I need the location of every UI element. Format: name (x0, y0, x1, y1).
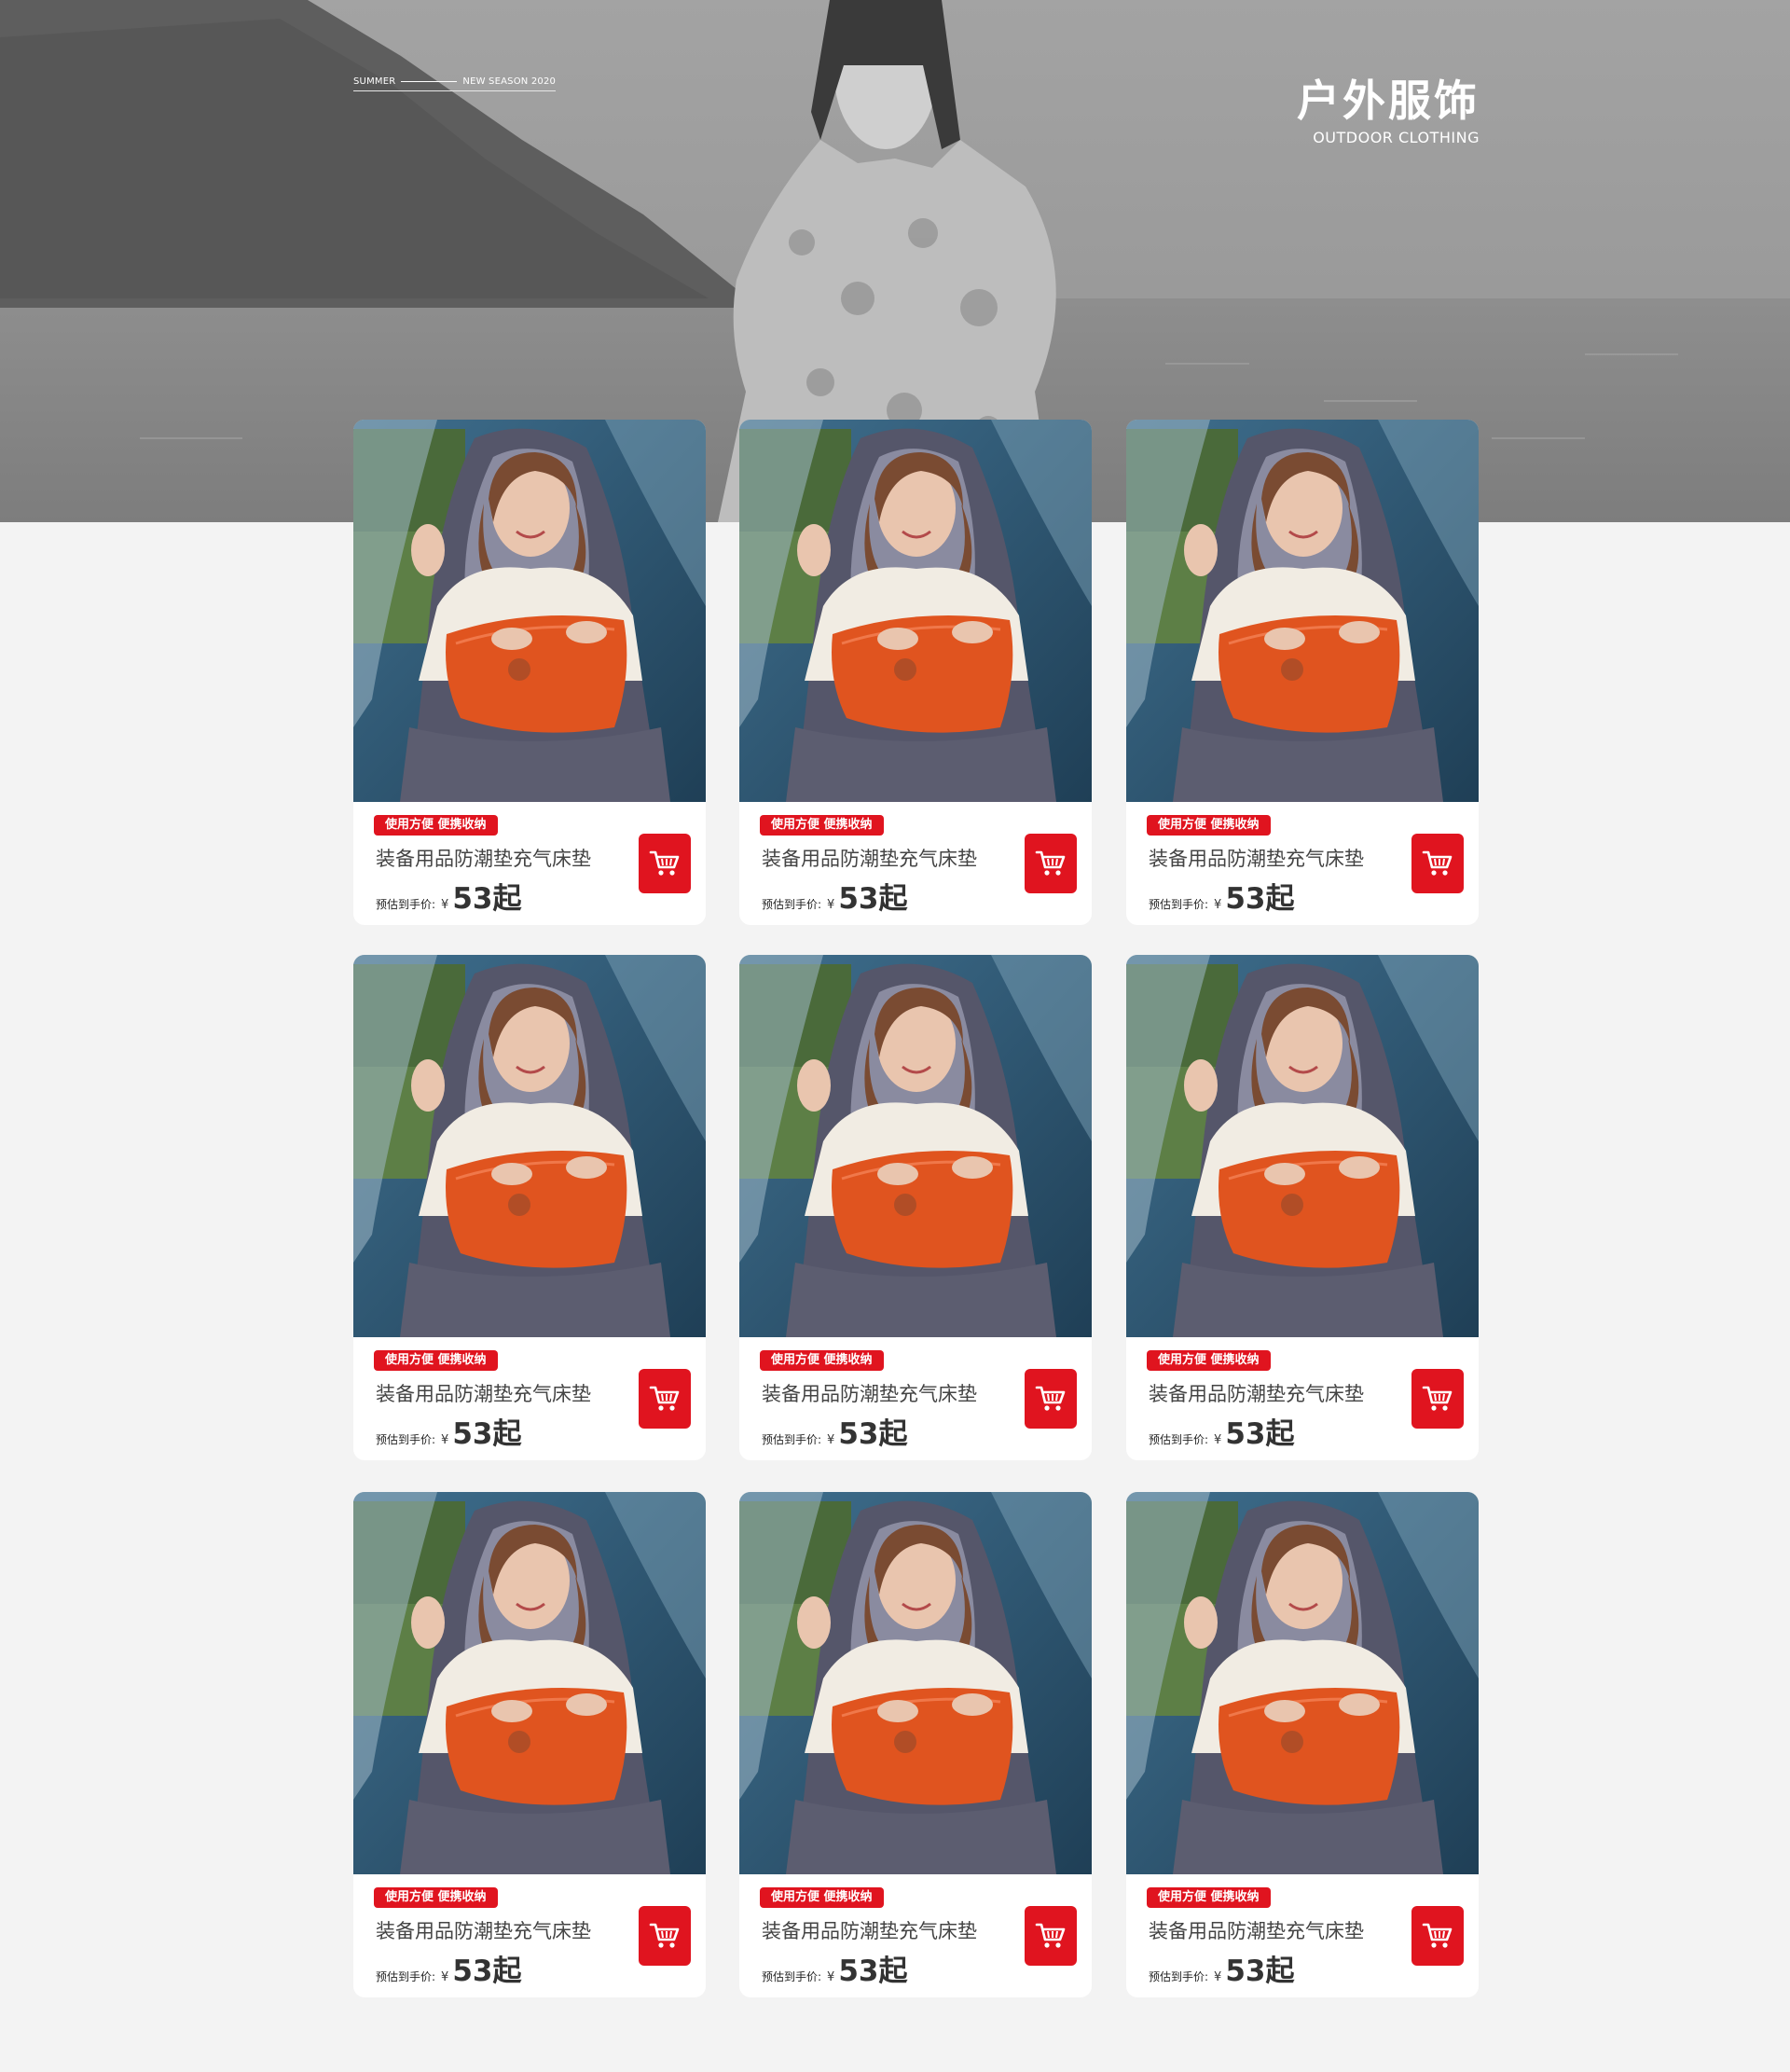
price-label: 预估到手价: (762, 1433, 822, 1446)
product-card[interactable]: 使用方便 便携收纳 装备用品防潮垫充气床垫 预估到手价: ¥ 53起 (739, 955, 1092, 1460)
product-card[interactable]: 使用方便 便携收纳 装备用品防潮垫充气床垫 预估到手价: ¥ 53起 (1126, 1492, 1479, 1997)
product-price: 预估到手价: ¥ 53起 (762, 1947, 907, 1989)
add-to-cart-button[interactable] (1411, 1369, 1464, 1429)
product-price: 预估到手价: ¥ 53起 (376, 1410, 521, 1452)
product-price: 预估到手价: ¥ 53起 (762, 1410, 907, 1452)
product-name[interactable]: 装备用品防潮垫充气床垫 (762, 844, 977, 872)
product-image[interactable] (1126, 955, 1479, 1337)
currency-symbol: ¥ (441, 898, 449, 912)
product-price: 预估到手价: ¥ 53起 (1149, 875, 1294, 917)
price-label: 预估到手价: (376, 898, 436, 911)
product-name[interactable]: 装备用品防潮垫充气床垫 (1149, 1379, 1364, 1407)
product-card[interactable]: 使用方便 便携收纳 装备用品防潮垫充气床垫 预估到手价: ¥ 53起 (353, 420, 706, 925)
product-tag: 使用方便 便携收纳 (374, 815, 498, 836)
price-value: 53起 (838, 882, 908, 916)
currency-symbol: ¥ (827, 1433, 835, 1447)
product-name[interactable]: 装备用品防潮垫充气床垫 (762, 1379, 977, 1407)
product-image[interactable] (353, 955, 706, 1337)
shopping-cart-icon (1035, 850, 1066, 876)
product-card[interactable]: 使用方便 便携收纳 装备用品防潮垫充气床垫 预估到手价: ¥ 53起 (1126, 955, 1479, 1460)
shopping-cart-icon (1035, 1923, 1066, 1948)
add-to-cart-button[interactable] (639, 834, 691, 893)
product-image[interactable] (739, 1492, 1092, 1874)
season-right-text: NEW SEASON 2020 (462, 76, 557, 87)
shopping-cart-icon (649, 1923, 680, 1948)
product-card[interactable]: 使用方便 便携收纳 装备用品防潮垫充气床垫 预估到手价: ¥ 53起 (739, 420, 1092, 925)
season-label: SUMMER NEW SEASON 2020 (353, 76, 557, 91)
price-label: 预估到手价: (762, 1970, 822, 1983)
currency-symbol: ¥ (1214, 1970, 1222, 1984)
price-label: 预估到手价: (376, 1970, 436, 1983)
product-card[interactable]: 使用方便 便携收纳 装备用品防潮垫充气床垫 预估到手价: ¥ 53起 (739, 1492, 1092, 1997)
shopping-cart-icon (649, 1386, 680, 1411)
product-price: 预估到手价: ¥ 53起 (376, 1947, 521, 1989)
product-name[interactable]: 装备用品防潮垫充气床垫 (762, 1916, 977, 1944)
shopping-cart-icon (649, 850, 680, 876)
product-tag: 使用方便 便携收纳 (1147, 815, 1271, 836)
add-to-cart-button[interactable] (1411, 834, 1464, 893)
currency-symbol: ¥ (1214, 1433, 1222, 1447)
product-name[interactable]: 装备用品防潮垫充气床垫 (376, 844, 591, 872)
price-value: 53起 (838, 1417, 908, 1451)
currency-symbol: ¥ (827, 1970, 835, 1984)
currency-symbol: ¥ (441, 1970, 449, 1984)
add-to-cart-button[interactable] (1025, 834, 1077, 893)
product-tag: 使用方便 便携收纳 (1147, 1350, 1271, 1371)
product-tag: 使用方便 便携收纳 (374, 1350, 498, 1371)
currency-symbol: ¥ (827, 898, 835, 912)
add-to-cart-button[interactable] (1025, 1369, 1077, 1429)
product-tag: 使用方便 便携收纳 (760, 1887, 884, 1908)
currency-symbol: ¥ (441, 1433, 449, 1447)
hero-subtitle: OUTDOOR CLOTHING (1313, 129, 1480, 146)
product-price: 预估到手价: ¥ 53起 (1149, 1947, 1294, 1989)
product-card[interactable]: 使用方便 便携收纳 装备用品防潮垫充气床垫 预估到手价: ¥ 53起 (353, 955, 706, 1460)
add-to-cart-button[interactable] (639, 1369, 691, 1429)
price-value: 53起 (452, 1955, 522, 1988)
product-price: 预估到手价: ¥ 53起 (1149, 1410, 1294, 1452)
product-tag: 使用方便 便携收纳 (374, 1887, 498, 1908)
shopping-cart-icon (1422, 1386, 1453, 1411)
add-to-cart-button[interactable] (639, 1906, 691, 1966)
price-label: 预估到手价: (376, 1433, 436, 1446)
product-tag: 使用方便 便携收纳 (760, 815, 884, 836)
product-card[interactable]: 使用方便 便携收纳 装备用品防潮垫充气床垫 预估到手价: ¥ 53起 (353, 1492, 706, 1997)
product-image[interactable] (1126, 420, 1479, 802)
product-name[interactable]: 装备用品防潮垫充气床垫 (1149, 844, 1364, 872)
hero-title: 户外服饰 (1297, 76, 1480, 126)
product-image[interactable] (353, 1492, 706, 1874)
product-card[interactable]: 使用方便 便携收纳 装备用品防潮垫充气床垫 预估到手价: ¥ 53起 (1126, 420, 1479, 925)
price-label: 预估到手价: (1149, 1433, 1209, 1446)
product-image[interactable] (1126, 1492, 1479, 1874)
product-image[interactable] (739, 420, 1092, 802)
add-to-cart-button[interactable] (1025, 1906, 1077, 1966)
product-tag: 使用方便 便携收纳 (1147, 1887, 1271, 1908)
shopping-cart-icon (1422, 1923, 1453, 1948)
price-label: 预估到手价: (762, 898, 822, 911)
add-to-cart-button[interactable] (1411, 1906, 1464, 1966)
product-image[interactable] (353, 420, 706, 802)
price-value: 53起 (452, 1417, 522, 1451)
product-tag: 使用方便 便携收纳 (760, 1350, 884, 1371)
price-label: 预估到手价: (1149, 1970, 1209, 1983)
price-value: 53起 (838, 1955, 908, 1988)
price-label: 预估到手价: (1149, 898, 1209, 911)
season-left-text: SUMMER (353, 76, 396, 87)
product-name[interactable]: 装备用品防潮垫充气床垫 (376, 1379, 591, 1407)
currency-symbol: ¥ (1214, 898, 1222, 912)
product-image[interactable] (739, 955, 1092, 1337)
product-price: 预估到手价: ¥ 53起 (762, 875, 907, 917)
price-value: 53起 (1225, 882, 1295, 916)
product-price: 预估到手价: ¥ 53起 (376, 875, 521, 917)
season-divider (401, 81, 458, 82)
price-value: 53起 (1225, 1417, 1295, 1451)
price-value: 53起 (1225, 1955, 1295, 1988)
shopping-cart-icon (1422, 850, 1453, 876)
product-name[interactable]: 装备用品防潮垫充气床垫 (1149, 1916, 1364, 1944)
shopping-cart-icon (1035, 1386, 1066, 1411)
product-name[interactable]: 装备用品防潮垫充气床垫 (376, 1916, 591, 1944)
price-value: 53起 (452, 882, 522, 916)
